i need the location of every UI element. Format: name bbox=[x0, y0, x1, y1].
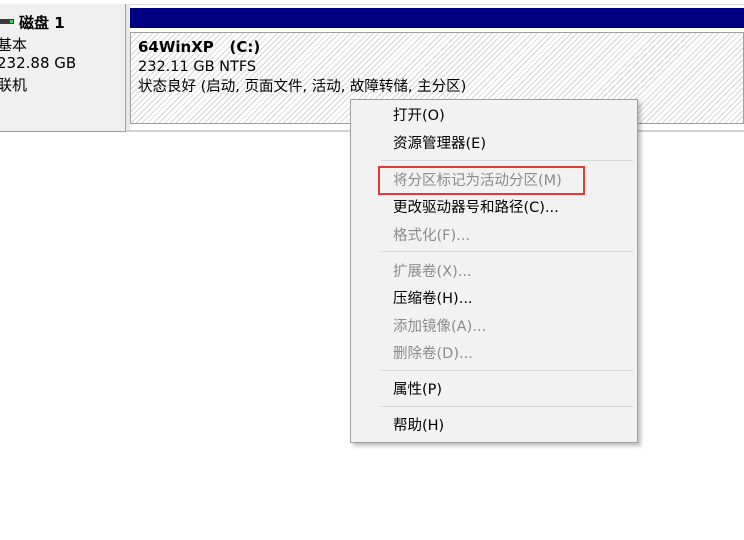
menu-item-shrink-volume[interactable]: 压缩卷(H)... bbox=[393, 287, 473, 311]
menu-item-delete-volume: 删除卷(D)... bbox=[393, 346, 473, 362]
menu-separator bbox=[381, 160, 633, 161]
disk-title: 磁盘 1 bbox=[19, 13, 65, 32]
partition-name: 64WinXP (C:) bbox=[138, 38, 261, 56]
menu-separator bbox=[381, 370, 633, 371]
menu-item-format: 格式化(F)... bbox=[393, 228, 470, 244]
partition-status: 状态良好 (启动, 页面文件, 活动, 故障转储, 主分区) bbox=[138, 79, 467, 95]
menu-separator bbox=[381, 406, 633, 407]
hard-disk-icon bbox=[0, 18, 16, 26]
context-menu: 打开(O) 资源管理器(E) 将分区标记为活动分区(M) 更改驱动器号和路径(C… bbox=[350, 99, 638, 443]
highlight-annotation bbox=[378, 166, 585, 195]
disk-size: 232.88 GB bbox=[0, 54, 77, 72]
menu-item-explore[interactable]: 资源管理器(E) bbox=[393, 132, 486, 156]
menu-item-extend-volume: 扩展卷(X)... bbox=[393, 264, 472, 280]
menu-item-change-drive-letter[interactable]: 更改驱动器号和路径(C)... bbox=[393, 196, 559, 220]
partition-header-bar bbox=[130, 8, 744, 28]
disk-status: 联机 bbox=[0, 76, 28, 94]
menu-item-properties[interactable]: 属性(P) bbox=[393, 378, 442, 402]
menu-item-open[interactable]: 打开(O) bbox=[393, 104, 445, 128]
partition-size-fs: 232.11 GB NTFS bbox=[138, 59, 257, 75]
disk-type: 基本 bbox=[0, 36, 28, 54]
disk-title-row: 磁盘 1 bbox=[0, 12, 65, 32]
menu-separator bbox=[381, 251, 633, 252]
disk-info-panel[interactable]: 磁盘 1 基本 232.88 GB 联机 bbox=[0, 4, 126, 132]
menu-item-add-mirror: 添加镜像(A)... bbox=[393, 319, 487, 335]
menu-item-help[interactable]: 帮助(H) bbox=[393, 414, 444, 438]
